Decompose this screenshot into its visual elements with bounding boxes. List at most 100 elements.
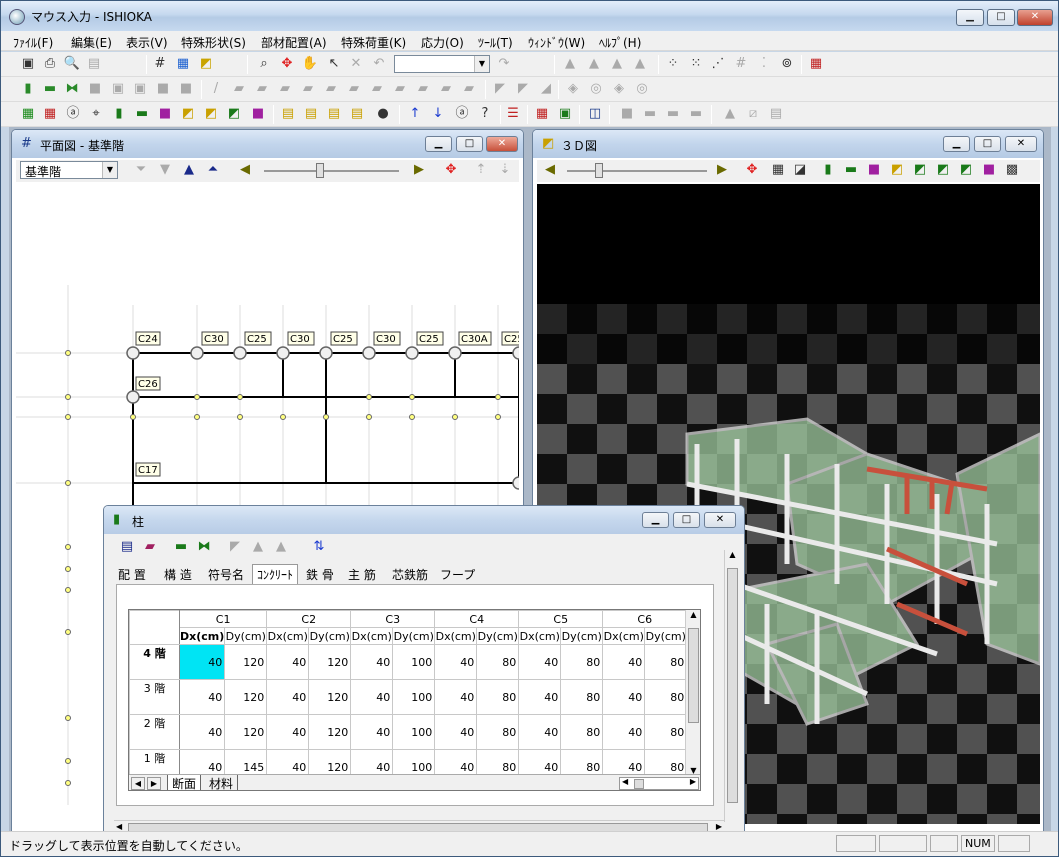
tool-g-icon[interactable]: ▰ bbox=[253, 80, 271, 98]
pile-section-icon[interactable]: ■ bbox=[249, 105, 267, 123]
col-minimize-button[interactable]: ▁ bbox=[642, 512, 669, 528]
tool-b-icon[interactable]: ▲ bbox=[585, 55, 603, 73]
sheet-prev-button[interactable]: ◀ bbox=[131, 777, 145, 790]
footing-icon[interactable]: ■ bbox=[154, 80, 172, 98]
slider-left-icon[interactable]: ◀ bbox=[541, 161, 559, 179]
tab-core-rebar[interactable]: 芯鉄筋 bbox=[392, 566, 428, 583]
tool-e-icon[interactable]: / bbox=[207, 80, 225, 98]
brace-section-icon[interactable]: ◩ bbox=[202, 105, 220, 123]
brace-icon[interactable]: ⧓ bbox=[195, 538, 213, 556]
3d-view-icon[interactable]: ◩ bbox=[197, 55, 215, 73]
col-section-icon[interactable]: ▮ bbox=[110, 105, 128, 123]
select-arrow-icon[interactable]: ↖ bbox=[325, 55, 343, 73]
grid-cell[interactable]: 80 bbox=[476, 644, 520, 680]
triangle-icon[interactable]: ▲ bbox=[721, 105, 739, 123]
scroll-up-icon[interactable]: ▲ bbox=[725, 550, 740, 559]
3d-close-button[interactable]: ✕ bbox=[1005, 136, 1037, 152]
frame-icon[interactable]: ▣ bbox=[556, 105, 574, 123]
grid-cell[interactable]: 40 bbox=[602, 644, 646, 680]
brace-3d-icon[interactable]: ◩ bbox=[911, 161, 929, 179]
beam-3d-icon[interactable]: ▬ bbox=[842, 161, 860, 179]
menu-file[interactable]: ﾌｧｲﾙ(F) bbox=[13, 34, 53, 51]
grid-green-icon[interactable]: ▦ bbox=[19, 105, 37, 123]
label-b-icon[interactable]: ▤ bbox=[302, 105, 320, 123]
maximize-button[interactable]: □ bbox=[987, 9, 1015, 26]
grid-cell[interactable]: 40 bbox=[602, 714, 646, 750]
text-a-icon[interactable]: ⓐ bbox=[453, 105, 471, 123]
beam-icon[interactable]: ▬ bbox=[41, 80, 59, 98]
plan-maximize-button[interactable]: □ bbox=[456, 136, 483, 152]
col-3d-icon[interactable]: ▮ bbox=[819, 161, 837, 179]
beam-section-icon[interactable]: ▬ bbox=[133, 105, 151, 123]
found-3d-icon[interactable]: ◩ bbox=[934, 161, 952, 179]
tool-c-icon[interactable]: ▲ bbox=[608, 55, 626, 73]
tool-n-icon[interactable]: ▰ bbox=[414, 80, 432, 98]
hscroll-right-icon[interactable]: ▶ bbox=[716, 822, 722, 831]
slider-left-icon[interactable]: ◀ bbox=[236, 161, 254, 179]
tool-o-icon[interactable]: ▰ bbox=[437, 80, 455, 98]
undo-icon[interactable]: ↶ bbox=[370, 55, 388, 73]
grid-cell[interactable]: 40 bbox=[434, 679, 478, 715]
tool-a-icon[interactable]: ▲ bbox=[561, 55, 579, 73]
tab-steel[interactable]: 鉄 骨 bbox=[306, 566, 334, 583]
tool-a-icon[interactable]: ◤ bbox=[226, 538, 244, 556]
move-icon[interactable]: ✥ bbox=[278, 55, 296, 73]
checker-icon[interactable]: ▩ bbox=[1003, 161, 1021, 179]
tool-x-icon[interactable]: ■ bbox=[618, 105, 636, 123]
grid-cell[interactable]: 80 bbox=[644, 714, 688, 750]
grid-cell[interactable]: 40 bbox=[518, 644, 562, 680]
found-section-icon[interactable]: ◩ bbox=[225, 105, 243, 123]
tool-m-icon[interactable]: ▰ bbox=[391, 80, 409, 98]
grid-cell[interactable]: 40 bbox=[518, 714, 562, 750]
tool-s-icon[interactable]: ◢ bbox=[537, 80, 555, 98]
menu-member-placement[interactable]: 部材配置(A) bbox=[261, 34, 327, 51]
tool-b-icon[interactable]: ▲ bbox=[249, 538, 267, 556]
grid-cell[interactable]: 80 bbox=[644, 644, 688, 680]
menu-help[interactable]: ﾍﾙﾌﾟ(H) bbox=[599, 34, 641, 51]
grid-cell[interactable]: 40 bbox=[350, 714, 394, 750]
grid-cell[interactable]: 120 bbox=[308, 679, 352, 715]
minimize-button[interactable]: ▁ bbox=[956, 9, 984, 26]
tool-d-icon[interactable]: ▲ bbox=[631, 55, 649, 73]
sheet-tab-section[interactable]: 断面 bbox=[167, 775, 202, 790]
tool-h-icon[interactable]: ▰ bbox=[276, 80, 294, 98]
sort-icon[interactable]: ⇅ bbox=[310, 538, 328, 556]
plan-close-button[interactable]: ✕ bbox=[486, 136, 518, 152]
tab-placement[interactable]: 配 置 bbox=[118, 566, 146, 583]
wall-icon[interactable]: ■ bbox=[86, 80, 104, 98]
save-icon[interactable]: ▣ bbox=[19, 55, 37, 73]
grid-cell[interactable]: 120 bbox=[308, 644, 352, 680]
grid-cell[interactable]: 40 bbox=[602, 679, 646, 715]
floor-prev-icon[interactable]: ▼ bbox=[156, 161, 174, 179]
tool-q-icon[interactable]: ◤ bbox=[491, 80, 509, 98]
grid-cell[interactable]: 40 bbox=[178, 644, 226, 680]
menu-stress[interactable]: 応力(O) bbox=[421, 34, 464, 51]
grid-cell[interactable]: 100 bbox=[392, 714, 436, 750]
hscroll-thumb[interactable] bbox=[634, 779, 644, 789]
hscroll-left-icon[interactable]: ◀ bbox=[622, 777, 628, 786]
export-down-icon[interactable]: ⇣ bbox=[496, 161, 514, 179]
tool-p-icon[interactable]: ▰ bbox=[460, 80, 478, 98]
grid-cell[interactable]: 80 bbox=[476, 679, 520, 715]
floor-next-icon[interactable]: ▲ bbox=[180, 161, 198, 179]
hscroll-left-icon[interactable]: ◀ bbox=[116, 822, 122, 831]
tool-c-icon[interactable]: ▲ bbox=[272, 538, 290, 556]
tab-structure[interactable]: 構 造 bbox=[164, 566, 192, 583]
label-a-icon[interactable]: ▤ bbox=[279, 105, 297, 123]
pile-3d-icon[interactable]: ◩ bbox=[957, 161, 975, 179]
pile-icon[interactable]: ■ bbox=[177, 80, 195, 98]
window-vscrollbar[interactable]: ▲ bbox=[724, 550, 740, 822]
shade-icon[interactable]: ◪ bbox=[791, 161, 809, 179]
grid-cell[interactable]: 40 bbox=[266, 679, 310, 715]
export-up-icon[interactable]: ⇡ bbox=[472, 161, 490, 179]
brace-icon[interactable]: ⧓ bbox=[63, 80, 81, 98]
tool-z-icon[interactable]: ▬ bbox=[664, 105, 682, 123]
zoom-slider-thumb[interactable] bbox=[316, 163, 324, 178]
angle-slider-thumb[interactable] bbox=[595, 163, 603, 178]
move-view-icon[interactable]: ✥ bbox=[743, 161, 761, 179]
grid-cell[interactable]: 40 bbox=[178, 714, 226, 750]
tool-v-icon[interactable]: ◈ bbox=[610, 80, 628, 98]
zoom-icon[interactable]: ⌕ bbox=[255, 55, 273, 73]
wall-3d-icon[interactable]: ■ bbox=[865, 161, 883, 179]
menu-special-shape[interactable]: 特殊形状(S) bbox=[181, 34, 246, 51]
